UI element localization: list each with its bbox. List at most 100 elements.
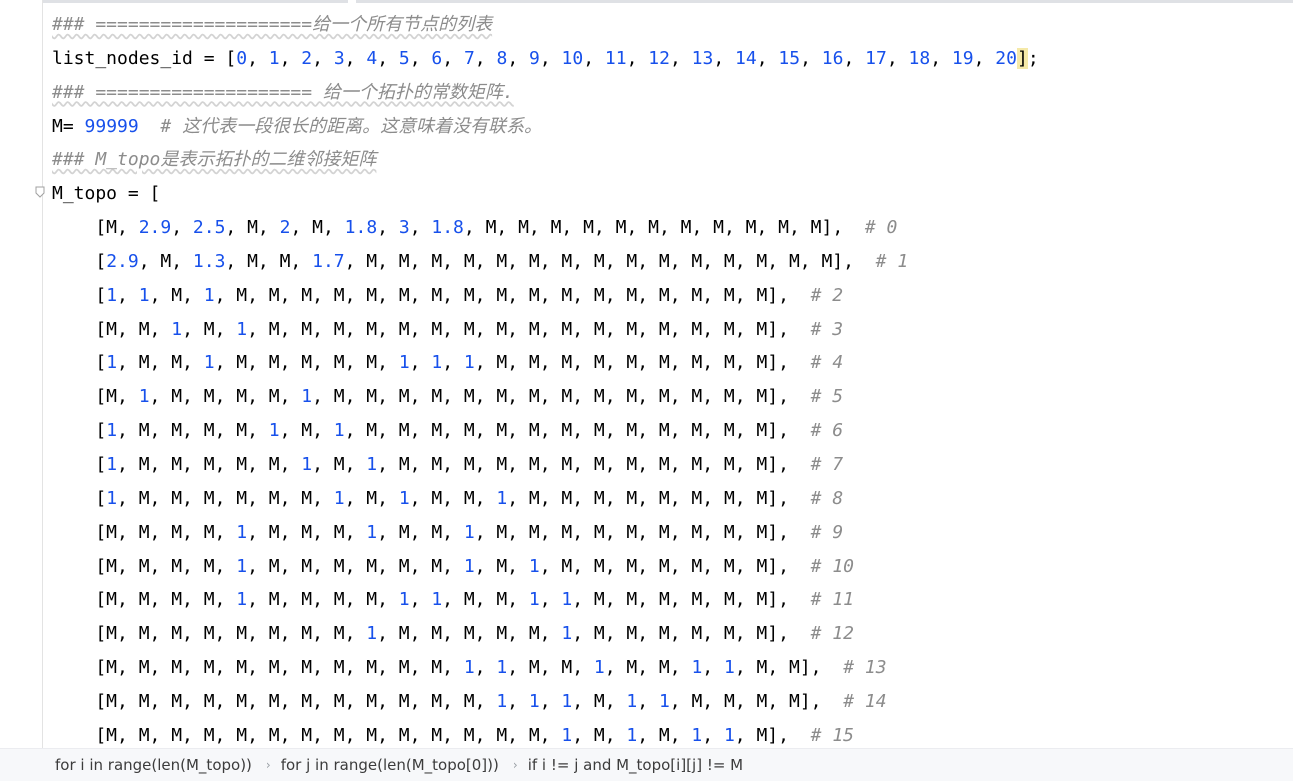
code-number: 1	[171, 318, 183, 340]
code-token: ,	[539, 589, 562, 611]
chevron-right-icon: ›	[512, 758, 518, 772]
code-token: M_topo = [	[52, 183, 161, 205]
fold-marker-icon[interactable]	[35, 186, 45, 198]
code-number: 1	[463, 352, 475, 374]
code-token: , M, M,	[442, 589, 529, 611]
code-area[interactable]: ### ====================给一个所有节点的列表 list_n…	[52, 8, 1282, 748]
code-line[interactable]: M= 99999 # 这代表一段很长的距离。这意味着没有联系。	[52, 110, 1282, 144]
code-number: 0	[236, 47, 248, 69]
code-line[interactable]: [M, M, M, M, M, M, M, M, M, M, M, M, 1, …	[52, 685, 1282, 719]
code-token: , M, M, M, M, M, M,	[247, 555, 464, 577]
code-token: [M, M, M, M, M, M, M, M,	[52, 623, 367, 645]
code-line[interactable]: [M, M, M, M, 1, M, M, M, M, 1, 1, M, M, …	[52, 583, 1282, 617]
code-line[interactable]: [1, M, M, M, M, 1, M, 1, M, M, M, M, M, …	[52, 414, 1282, 448]
code-line[interactable]: ### ==================== 给一个拓扑的常数矩阵.	[52, 76, 1282, 110]
code-number: 1	[366, 453, 378, 475]
code-comment: ### ==================== 给一个拓扑的常数矩阵.	[52, 81, 514, 103]
code-comment: # 1	[875, 250, 909, 272]
code-line[interactable]: [M, 2.9, 2.5, M, 2, M, 1.8, 3, 1.8, M, M…	[52, 211, 1282, 245]
code-number: 1	[463, 521, 475, 543]
code-line[interactable]: [M, M, M, M, M, M, M, M, M, M, M, M, M, …	[52, 719, 1282, 748]
code-token: , M,	[474, 555, 529, 577]
code-token: ,	[626, 47, 649, 69]
code-token: , M,	[290, 217, 345, 239]
code-line[interactable]: ### M_topo是表示拓扑的二维邻接矩阵	[52, 143, 1282, 177]
code-token: [M, M, M, M, M, M, M, M, M, M, M, M,	[52, 690, 497, 712]
code-line[interactable]: [1, M, M, M, M, M, M, 1, M, 1, M, M, 1, …	[52, 482, 1282, 516]
code-number: 1	[431, 589, 443, 611]
chevron-right-icon: ›	[265, 758, 271, 772]
code-line[interactable]: [1, M, M, 1, M, M, M, M, M, 1, 1, 1, M, …	[52, 346, 1282, 380]
code-token: [	[52, 284, 107, 306]
code-line[interactable]: M_topo = [	[52, 177, 1282, 211]
code-line[interactable]: [M, M, M, M, M, M, M, M, 1, M, M, M, M, …	[52, 617, 1282, 651]
code-comment: # 4	[810, 352, 844, 374]
code-line[interactable]: [M, M, M, M, 1, M, M, M, 1, M, M, 1, M, …	[52, 516, 1282, 550]
code-number: 17	[865, 47, 887, 69]
code-token: , M, M, M, M, M,	[377, 623, 562, 645]
code-token: ,	[442, 47, 464, 69]
code-number: 2	[301, 47, 313, 69]
code-number: 1	[496, 657, 508, 679]
code-line[interactable]: [M, M, M, M, 1, M, M, M, M, M, M, 1, M, …	[52, 550, 1282, 584]
code-token: ,	[409, 217, 432, 239]
code-line[interactable]: [1, M, M, M, M, M, 1, M, 1, M, M, M, M, …	[52, 448, 1282, 482]
code-line[interactable]: [M, M, 1, M, 1, M, M, M, M, M, M, M, M, …	[52, 313, 1282, 347]
code-number: 1	[561, 724, 573, 746]
line-gutter[interactable]	[0, 0, 43, 748]
code-number: 7	[463, 47, 475, 69]
code-editor[interactable]: ### ====================给一个所有节点的列表 list_n…	[0, 0, 1293, 748]
code-line[interactable]: ### ====================给一个所有节点的列表	[52, 8, 1282, 42]
code-comment: # 5	[810, 386, 844, 408]
code-line[interactable]: [M, 1, M, M, M, M, 1, M, M, M, M, M, M, …	[52, 380, 1282, 414]
code-number: 1	[658, 690, 670, 712]
code-line[interactable]: [M, M, M, M, M, M, M, M, M, M, M, 1, 1, …	[52, 651, 1282, 685]
code-token: , M,	[312, 453, 367, 475]
code-token: [	[52, 453, 107, 475]
code-token: ,	[669, 47, 692, 69]
breadcrumb-item[interactable]: for j in range(len(M_topo[0]))	[281, 756, 499, 774]
code-comment: # 2	[810, 284, 844, 306]
breadcrumb-item[interactable]: if i != j and M_topo[i][j] != M	[528, 756, 743, 774]
code-number: 1	[398, 487, 410, 509]
code-line[interactable]: list_nodes_id = [0, 1, 2, 3, 4, 5, 6, 7,…	[52, 42, 1282, 76]
code-line[interactable]: [1, 1, M, 1, M, M, M, M, M, M, M, M, M, …	[52, 279, 1282, 313]
code-number: 1	[561, 589, 573, 611]
code-token: ,	[507, 690, 529, 712]
code-number: 1	[236, 589, 248, 611]
editor-tab-strip	[0, 0, 1293, 4]
code-token: , M, M, M, M],	[669, 690, 844, 712]
code-number: 1	[528, 690, 540, 712]
code-token: [M, M, M, M, M, M, M, M, M, M, M, M, M, …	[52, 724, 562, 746]
code-comment: # 0	[864, 217, 898, 239]
code-token: , M, M, M, M, M, M, M, M, M, M, M, M, M,…	[247, 318, 811, 340]
code-token: , M, M, M, M, M, M, M, M, M, M, M, M, M,…	[312, 386, 811, 408]
code-comment: # 15	[810, 724, 854, 746]
code-line[interactable]: [2.9, M, 1.3, M, M, 1.7, M, M, M, M, M, …	[52, 245, 1282, 279]
code-comment: # 3	[810, 318, 844, 340]
code-token: ,	[713, 47, 736, 69]
code-number: 1	[236, 318, 248, 340]
code-token: ,	[756, 47, 779, 69]
code-number: 11	[604, 47, 627, 69]
code-number: 1	[333, 487, 345, 509]
code-number: 14	[735, 47, 757, 69]
code-number: 18	[908, 47, 931, 69]
code-number: 2.5	[192, 217, 226, 239]
code-token: , M,	[138, 250, 193, 272]
code-token: ,	[507, 47, 530, 69]
code-token: , M, M, M, M, M, M, M, M, M, M, M, M, M,…	[214, 284, 811, 306]
breadcrumb-item[interactable]: for i in range(len(M_topo))	[55, 756, 252, 774]
code-comment: # 13	[843, 657, 887, 679]
code-number: 1	[106, 487, 118, 509]
code-number: 1	[203, 352, 215, 374]
code-comment: ### ====================给一个所有节点的列表	[52, 14, 493, 35]
code-token: [M, M, M, M, M, M, M, M, M, M, M,	[52, 657, 464, 679]
code-token: ,	[539, 690, 562, 712]
code-token: ,	[377, 217, 399, 239]
code-number: 1	[333, 420, 345, 442]
code-number: 19	[951, 47, 974, 69]
code-token: [M, M, M, M,	[52, 589, 237, 611]
code-token: , M, M, M, M, M, M],	[572, 589, 811, 611]
code-number: 12	[648, 47, 670, 69]
